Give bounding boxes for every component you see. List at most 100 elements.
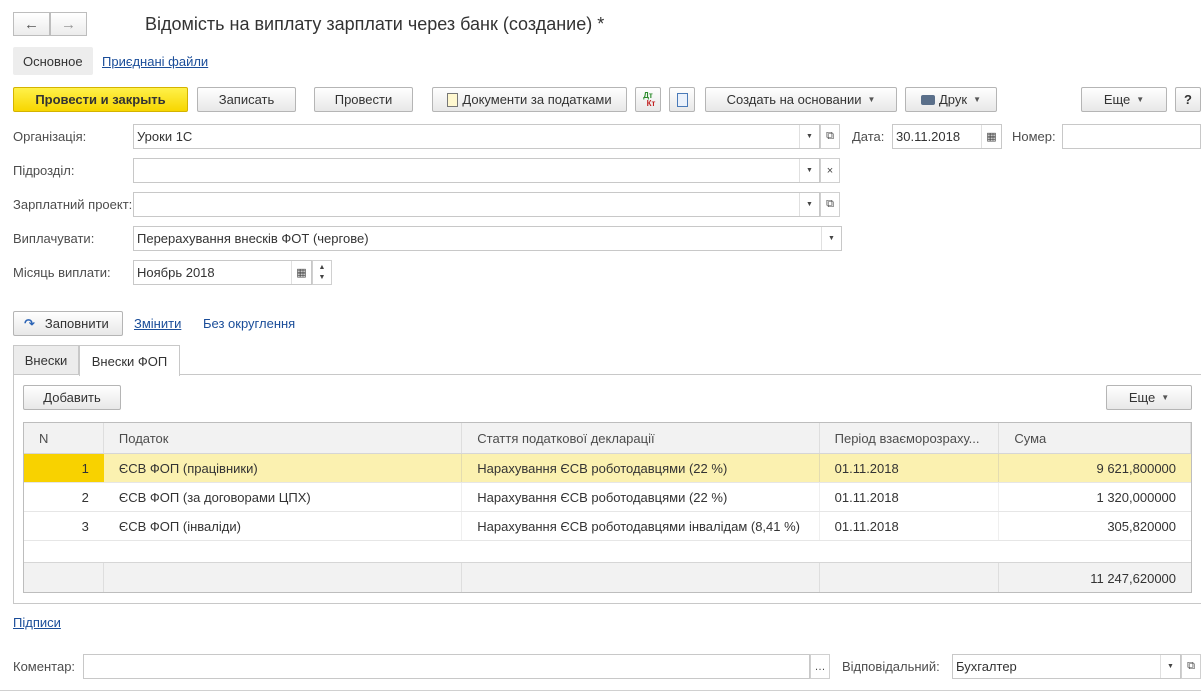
responsible-field[interactable]: Бухгалтер ▼ — [952, 654, 1181, 679]
report-button[interactable] — [669, 87, 695, 112]
fill-button[interactable]: ↷ Заповнити — [13, 311, 123, 336]
tax-documents-label: Документи за податками — [462, 92, 612, 107]
table-row[interactable]: 2 ЄСВ ФОП (за договорами ЦПХ) Нарахуванн… — [24, 483, 1191, 512]
stepper-up-icon[interactable]: ▲ — [319, 263, 326, 273]
organization-field[interactable]: Уроки 1С ▼ — [133, 124, 820, 149]
dropdown-arrow-icon[interactable]: ▼ — [821, 227, 841, 250]
payment-month-value: Ноябрь 2018 — [137, 265, 215, 280]
row-n: 3 — [81, 518, 89, 534]
header-sum[interactable]: Сума — [999, 423, 1191, 453]
comment-field[interactable] — [83, 654, 810, 679]
post-button[interactable]: Провести — [314, 87, 413, 112]
fill-label: Заповнити — [44, 316, 109, 331]
back-button[interactable]: ← — [13, 12, 50, 36]
row-tax: ЄСВ ФОП (за договорами ЦПХ) — [104, 483, 463, 511]
more-dots-icon[interactable]: … — [810, 654, 830, 679]
add-button[interactable]: Добавить — [23, 385, 121, 410]
tab-fop-contributions[interactable]: Внески ФОП — [79, 345, 180, 376]
save-button[interactable]: Записать — [197, 87, 296, 112]
row-tax: ЄСВ ФОП (працівники) — [104, 454, 463, 482]
table-footer: 11 247,620000 — [24, 562, 1191, 592]
post-and-close-button[interactable]: Провести и закрыть — [13, 87, 188, 112]
open-icon[interactable]: ⧉ — [820, 124, 840, 149]
print-label: Друк — [939, 92, 968, 107]
pay-field[interactable]: Перерахування внесків ФОТ (чергове) ▼ — [133, 226, 842, 251]
payment-month-field[interactable]: Ноябрь 2018 ▦ — [133, 260, 312, 285]
row-sum: 1 320,000000 — [1096, 489, 1177, 505]
row-period: 01.11.2018 — [820, 483, 1000, 511]
create-based-on-button[interactable]: Создать на основании ▼ — [705, 87, 897, 112]
row-tax: ЄСВ ФОП (інваліди) — [104, 512, 463, 540]
more-button[interactable]: Еще ▼ — [1081, 87, 1167, 112]
printer-icon — [921, 94, 935, 105]
comment-label: Коментар: — [13, 659, 76, 674]
document-icon — [447, 92, 459, 107]
month-stepper[interactable]: ▲ ▼ — [312, 260, 332, 285]
header-article[interactable]: Стаття податкової декларації — [462, 423, 820, 453]
more-label: Еще — [1103, 92, 1131, 107]
row-article: Нарахування ЄСВ роботодавцями (22 %) — [462, 483, 820, 511]
date-field[interactable]: 30.11.2018 ▦ — [892, 124, 1002, 149]
tab-attached-files[interactable]: Приєднані файли — [92, 47, 218, 75]
open-icon[interactable]: ⧉ — [1181, 654, 1201, 679]
salary-project-field[interactable]: ▼ — [133, 192, 820, 217]
organization-label: Організація: — [13, 129, 87, 144]
dropdown-arrow-icon[interactable]: ▼ — [799, 159, 819, 182]
page-title: Відомість на виплату зарплати через банк… — [145, 14, 605, 34]
clear-icon[interactable]: × — [820, 158, 840, 183]
table-more-button[interactable]: Еще ▼ — [1106, 385, 1192, 410]
bottom-divider — [0, 690, 1201, 691]
change-link[interactable]: Змінити — [134, 316, 181, 331]
dropdown-arrow-icon: ▼ — [867, 95, 876, 104]
signatures-link[interactable]: Підписи — [13, 615, 61, 630]
row-n: 2 — [81, 489, 89, 505]
tab-contributions[interactable]: Внески — [13, 345, 79, 375]
footer-cell — [24, 563, 104, 592]
row-article: Нарахування ЄСВ роботодавцями (22 %) — [462, 454, 820, 482]
dt-kt-button[interactable]: Дт Кт — [635, 87, 661, 112]
date-value: 30.11.2018 — [896, 129, 961, 144]
dropdown-arrow-icon[interactable]: ▼ — [799, 193, 819, 216]
forward-button[interactable]: → — [50, 12, 87, 36]
footer-cell — [820, 563, 1000, 592]
fill-arrow-icon: ↷ — [24, 315, 35, 331]
arrow-right-icon: → — [61, 15, 76, 33]
table-header: N Податок Стаття податкової декларації П… — [24, 423, 1191, 454]
print-button[interactable]: Друк ▼ — [905, 87, 997, 112]
footer-cell — [462, 563, 820, 592]
calendar-icon[interactable]: ▦ — [291, 261, 311, 284]
tab-main[interactable]: Основное — [13, 47, 93, 75]
responsible-value: Бухгалтер — [956, 659, 1017, 674]
stepper-down-icon[interactable]: ▼ — [319, 273, 326, 283]
table-row[interactable]: 1 ЄСВ ФОП (працівники) Нарахування ЄСВ р… — [24, 454, 1191, 483]
dropdown-arrow-icon: ▼ — [1161, 393, 1170, 402]
payment-month-label: Місяць виплати: — [13, 265, 111, 280]
footer-cell — [104, 563, 463, 592]
dropdown-arrow-icon: ▼ — [973, 95, 981, 104]
row-period: 01.11.2018 — [820, 512, 1000, 540]
open-icon[interactable]: ⧉ — [820, 192, 840, 217]
salary-project-label: Зарплатний проект: — [13, 197, 133, 212]
no-rounding-link[interactable]: Без округлення — [203, 316, 295, 331]
dropdown-arrow-icon[interactable]: ▼ — [1160, 655, 1180, 678]
dropdown-arrow-icon: ▼ — [1136, 95, 1145, 104]
row-article: Нарахування ЄСВ роботодавцями інвалідам … — [462, 512, 820, 540]
help-button[interactable]: ? — [1175, 87, 1201, 112]
tax-documents-button[interactable]: Документи за податками — [432, 87, 627, 112]
dropdown-arrow-icon[interactable]: ▼ — [799, 125, 819, 148]
kt-icon: Кт — [646, 98, 656, 108]
number-field[interactable] — [1062, 124, 1201, 149]
row-sum: 9 621,800000 — [1096, 460, 1177, 476]
department-label: Підрозділ: — [13, 163, 75, 178]
row-period: 01.11.2018 — [820, 454, 1000, 482]
header-period[interactable]: Період взаєморозраху... — [820, 423, 1000, 453]
header-n[interactable]: N — [24, 423, 104, 453]
create-based-on-label: Создать на основании — [726, 92, 862, 107]
responsible-label: Відповідальний: — [842, 659, 940, 674]
number-label: Номер: — [1012, 129, 1056, 144]
header-tax[interactable]: Податок — [104, 423, 463, 453]
table-row[interactable]: 3 ЄСВ ФОП (інваліди) Нарахування ЄСВ роб… — [24, 512, 1191, 541]
department-field[interactable]: ▼ — [133, 158, 820, 183]
calendar-icon[interactable]: ▦ — [981, 125, 1001, 148]
table-more-label: Еще — [1128, 390, 1156, 405]
